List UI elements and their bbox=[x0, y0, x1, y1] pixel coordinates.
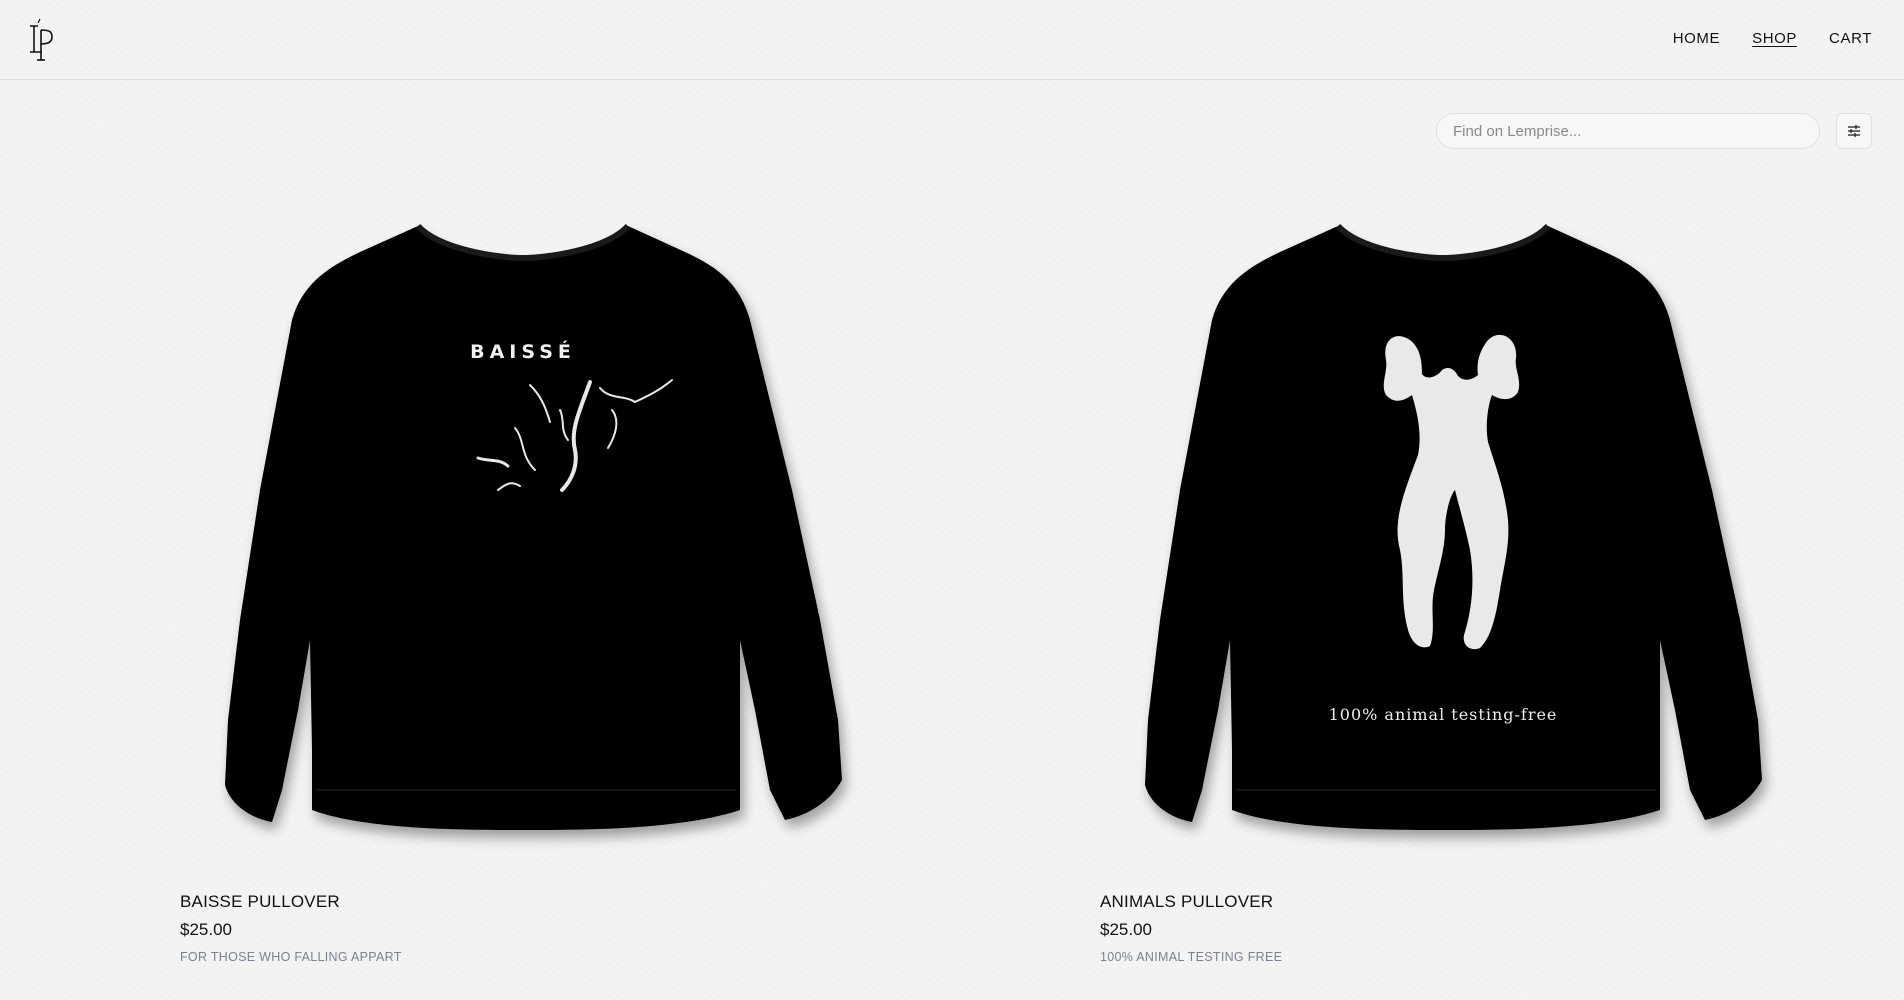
product-tagline: FOR THOSE WHO FALLING APPART bbox=[180, 950, 402, 964]
logo-icon bbox=[30, 18, 53, 61]
print-text: BAISSÉ bbox=[470, 340, 576, 363]
sweatshirt-body bbox=[1145, 226, 1762, 830]
search-box bbox=[1436, 113, 1820, 149]
nav-shop-link[interactable]: SHOP bbox=[1752, 30, 1797, 47]
product-price: $25.00 bbox=[1100, 920, 1152, 939]
nav-cart-link[interactable]: CART bbox=[1829, 30, 1872, 47]
search-input[interactable] bbox=[1437, 114, 1793, 148]
sliders-icon bbox=[1848, 125, 1860, 137]
lp-monogram-logo[interactable] bbox=[28, 18, 62, 62]
nav-home-link[interactable]: HOME bbox=[1673, 30, 1720, 47]
sweatshirt-image: BAISSÉ bbox=[225, 223, 842, 830]
sweatshirt-image: 100% animal testing-free bbox=[1145, 223, 1762, 830]
product-tagline: 100% ANIMAL TESTING FREE bbox=[1100, 950, 1283, 964]
filter-button[interactable] bbox=[1836, 113, 1872, 149]
main-nav: HOME SHOP CART bbox=[1673, 30, 1872, 47]
site-header: HOME SHOP CART bbox=[0, 0, 1904, 80]
product-name[interactable]: ANIMALS PULLOVER bbox=[1100, 892, 1273, 912]
product-image[interactable]: 100% animal testing-free bbox=[1100, 190, 1800, 860]
shop-page: HOME SHOP CART Find on Lemprise... BAISS… bbox=[0, 0, 1904, 1000]
product-price: $25.00 bbox=[180, 920, 232, 939]
sweatshirt-body bbox=[225, 226, 842, 830]
print-text: 100% animal testing-free bbox=[1329, 705, 1558, 724]
product-image[interactable]: BAISSÉ bbox=[180, 190, 880, 860]
product-name[interactable]: BAISSE PULLOVER bbox=[180, 892, 340, 912]
